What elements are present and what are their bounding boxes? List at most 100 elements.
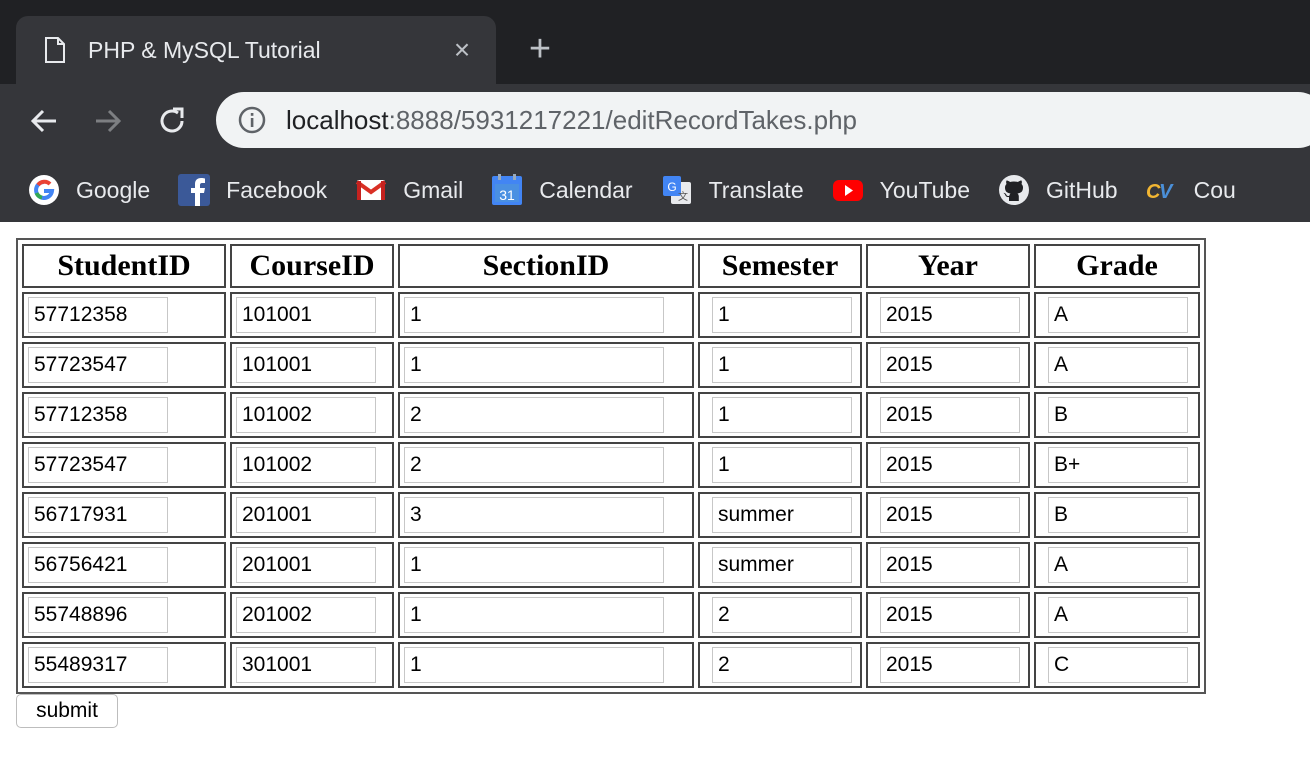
table-cell	[398, 592, 694, 638]
header-year: Year	[866, 244, 1030, 288]
arrow-right-icon	[96, 109, 122, 133]
semester-input[interactable]	[712, 647, 852, 683]
sectionid-input[interactable]	[404, 447, 664, 483]
bookmark-gmail[interactable]: Gmail	[355, 170, 463, 210]
browser-tab[interactable]: PHP & MySQL Tutorial ×	[16, 16, 496, 84]
tab-title: PHP & MySQL Tutorial	[88, 36, 321, 63]
bookmark-cv[interactable]: CV Cou	[1146, 170, 1236, 210]
sectionid-input[interactable]	[404, 647, 664, 683]
table-cell	[1034, 492, 1200, 538]
sectionid-input[interactable]	[404, 597, 664, 633]
url-path: :8888/5931217221/editRecordTakes.php	[388, 104, 857, 135]
table-cell	[1034, 442, 1200, 488]
sectionid-input[interactable]	[404, 347, 664, 383]
courseid-input[interactable]	[236, 397, 376, 433]
year-input[interactable]	[880, 547, 1020, 583]
table-body	[22, 292, 1200, 688]
studentid-input[interactable]	[28, 297, 168, 333]
bookmark-label: Google	[76, 176, 151, 203]
grade-input[interactable]	[1048, 547, 1188, 583]
sectionid-input[interactable]	[404, 547, 664, 583]
semester-input[interactable]	[712, 597, 852, 633]
close-tab-icon[interactable]: ×	[448, 34, 476, 66]
svg-text:文: 文	[678, 190, 688, 203]
header-grade: Grade	[1034, 244, 1200, 288]
table-cell	[866, 442, 1030, 488]
studentid-input[interactable]	[28, 647, 168, 683]
grade-input[interactable]	[1048, 447, 1188, 483]
table-cell	[698, 642, 862, 688]
grade-input[interactable]	[1048, 497, 1188, 533]
year-input[interactable]	[880, 297, 1020, 333]
studentid-input[interactable]	[28, 497, 168, 533]
bookmark-youtube[interactable]: YouTube	[832, 170, 970, 210]
reload-button[interactable]	[152, 101, 192, 141]
table-cell	[1034, 392, 1200, 438]
new-tab-button[interactable]: +	[522, 30, 558, 68]
table-cell	[698, 492, 862, 538]
semester-input[interactable]	[712, 347, 852, 383]
table-cell	[22, 592, 226, 638]
studentid-input[interactable]	[28, 447, 168, 483]
table-row	[22, 442, 1200, 488]
courseid-input[interactable]	[236, 647, 376, 683]
sectionid-input[interactable]	[404, 497, 664, 533]
year-input[interactable]	[880, 447, 1020, 483]
table-cell	[398, 492, 694, 538]
semester-input[interactable]	[712, 397, 852, 433]
studentid-input[interactable]	[28, 597, 168, 633]
back-button[interactable]	[24, 101, 64, 141]
table-cell	[866, 592, 1030, 638]
arrow-left-icon	[30, 109, 56, 133]
bookmark-label: Gmail	[403, 176, 464, 203]
bookmark-github[interactable]: GitHub	[998, 170, 1118, 210]
url-text[interactable]: localhost:8888/5931217221/editRecordTake…	[286, 105, 857, 136]
courseid-input[interactable]	[236, 347, 376, 383]
year-input[interactable]	[880, 497, 1020, 533]
table-cell	[866, 292, 1030, 338]
table-row	[22, 392, 1200, 438]
year-input[interactable]	[880, 597, 1020, 633]
semester-input[interactable]	[712, 297, 852, 333]
table-cell	[1034, 542, 1200, 588]
bookmark-translate[interactable]: G文 Translate	[661, 170, 804, 210]
year-input[interactable]	[880, 347, 1020, 383]
forward-button[interactable]	[88, 101, 128, 141]
grade-input[interactable]	[1048, 597, 1188, 633]
table-cell	[398, 542, 694, 588]
bookmark-facebook[interactable]: Facebook	[178, 170, 327, 210]
courseid-input[interactable]	[236, 497, 376, 533]
studentid-input[interactable]	[28, 347, 168, 383]
semester-input[interactable]	[712, 447, 852, 483]
year-input[interactable]	[880, 647, 1020, 683]
youtube-icon	[832, 174, 864, 206]
courseid-input[interactable]	[236, 597, 376, 633]
grade-input[interactable]	[1048, 397, 1188, 433]
studentid-input[interactable]	[28, 397, 168, 433]
bookmark-calendar[interactable]: 31 Calendar	[491, 170, 633, 210]
courseid-input[interactable]	[236, 447, 376, 483]
sectionid-input[interactable]	[404, 397, 664, 433]
info-icon[interactable]	[238, 106, 266, 134]
courseid-input[interactable]	[236, 297, 376, 333]
table-cell	[230, 642, 394, 688]
semester-input[interactable]	[712, 547, 852, 583]
grade-input[interactable]	[1048, 347, 1188, 383]
address-bar[interactable]: localhost:8888/5931217221/editRecordTake…	[216, 92, 1310, 148]
table-cell	[22, 342, 226, 388]
bookmark-label: GitHub	[1046, 176, 1118, 203]
year-input[interactable]	[880, 397, 1020, 433]
semester-input[interactable]	[712, 497, 852, 533]
translate-icon: G文	[661, 174, 693, 206]
sectionid-input[interactable]	[404, 297, 664, 333]
table-cell	[698, 442, 862, 488]
grade-input[interactable]	[1048, 647, 1188, 683]
table-row	[22, 292, 1200, 338]
studentid-input[interactable]	[28, 547, 168, 583]
courseid-input[interactable]	[236, 547, 376, 583]
bookmark-google[interactable]: Google	[28, 170, 150, 210]
grade-input[interactable]	[1048, 297, 1188, 333]
table-row	[22, 492, 1200, 538]
table-cell	[230, 342, 394, 388]
submit-button[interactable]: submit	[16, 694, 118, 728]
